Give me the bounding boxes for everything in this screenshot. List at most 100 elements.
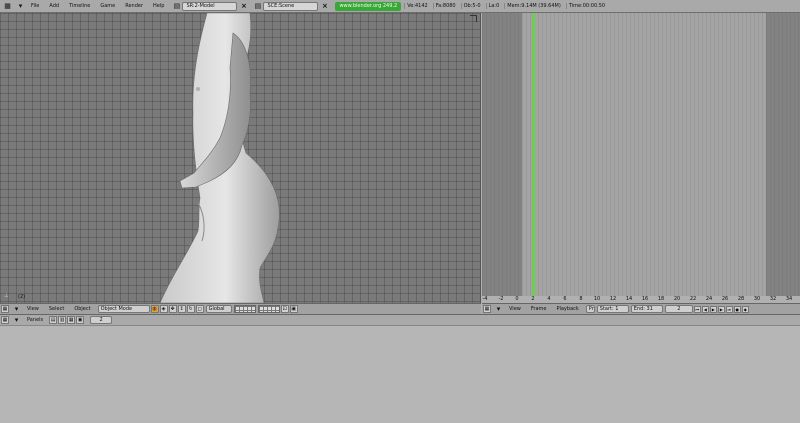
- chevron-down-icon[interactable]: ▾: [11, 315, 22, 326]
- frame-field-label: 2: [99, 317, 103, 323]
- stat-objects: Ob:5-0: [460, 3, 483, 9]
- menu-frame[interactable]: Frame: [531, 306, 547, 312]
- render-icon[interactable]: ▣: [289, 305, 298, 313]
- close-scene-icon[interactable]: ×: [320, 2, 329, 11]
- blender-url-badge[interactable]: www.blender.org 249.2: [335, 1, 402, 11]
- object-icon[interactable]: ▣: [76, 316, 85, 324]
- ruler-tick-label: 10: [593, 296, 601, 302]
- record-icon[interactable]: ●: [733, 305, 741, 313]
- start-frame-field[interactable]: Start: 1: [596, 305, 629, 313]
- menu-game[interactable]: Game: [100, 3, 115, 9]
- scale-icon[interactable]: ◻: [195, 305, 204, 313]
- timeline-out-range-left: [482, 13, 522, 296]
- rotate-icon[interactable]: ↻: [186, 305, 195, 313]
- ruler-tick-label: 2: [531, 296, 535, 302]
- screen-browse-icon[interactable]: ▤: [171, 1, 182, 12]
- current-frame-field[interactable]: 2: [664, 305, 693, 313]
- ruler-tick-label: 4: [547, 296, 551, 302]
- prev-keyframe-icon[interactable]: ◀: [701, 305, 709, 313]
- window-type-icon[interactable]: ▦: [483, 305, 491, 313]
- menu-object[interactable]: Object: [74, 306, 90, 312]
- mode-selector-label: Object Mode: [100, 306, 133, 312]
- timeline-area[interactable]: [482, 13, 800, 296]
- jump-end-icon[interactable]: ⏭: [725, 305, 733, 313]
- ruler-tick-label: 20: [673, 296, 681, 302]
- scene-selector[interactable]: SCE:Scene: [263, 1, 319, 11]
- ruler-tick-label: 8: [579, 296, 583, 302]
- screen-selector[interactable]: SR:2-Model: [182, 1, 238, 11]
- ruler-tick-label: 30: [753, 296, 761, 302]
- ruler-tick-label: 34: [785, 296, 793, 302]
- ruler-tick-label: 22: [689, 296, 697, 302]
- jump-start-icon[interactable]: ⏮: [693, 305, 701, 313]
- end-frame-field[interactable]: End: 31: [630, 305, 663, 313]
- human-model[interactable]: [0, 13, 481, 303]
- info-bar: ▦ ▾ File Add Timeline Game Render Help ▤…: [0, 0, 800, 13]
- translate-icon[interactable]: ↕: [177, 305, 186, 313]
- timeline-header: ▦ ▾ View Frame Playback Pr Start: 1 End:…: [482, 303, 800, 314]
- chevron-down-icon[interactable]: ▾: [11, 304, 22, 315]
- layer-buttons-1[interactable]: [233, 305, 256, 313]
- stat-memory: Mem:9.14M (39.64M): [504, 3, 563, 9]
- play-icon[interactable]: ▶: [709, 305, 717, 313]
- pivot-icon[interactable]: ◈: [159, 305, 168, 313]
- menu-timeline[interactable]: Timeline: [69, 3, 90, 9]
- menu-render[interactable]: Render: [125, 3, 143, 9]
- menu-view[interactable]: View: [27, 306, 39, 312]
- scene-browse-icon[interactable]: ▤: [252, 1, 263, 12]
- menu-file[interactable]: File: [31, 3, 39, 9]
- window-type-icon[interactable]: ▦: [2, 1, 13, 12]
- logic-icon[interactable]: ▤: [49, 316, 58, 324]
- orientation-selector[interactable]: Global: [205, 305, 232, 313]
- layer-buttons-2[interactable]: [257, 305, 280, 313]
- ruler-tick-label: -2: [498, 296, 504, 302]
- close-screen-icon[interactable]: ×: [239, 2, 248, 11]
- 3d-viewport[interactable]: ⊥ (2): [0, 13, 481, 303]
- start-frame-label: Start: 1: [599, 306, 619, 312]
- script-icon[interactable]: ▥: [58, 316, 67, 324]
- buttons-window[interactable]: [0, 326, 800, 423]
- mode-selector[interactable]: Object Mode: [97, 305, 150, 313]
- ruler-tick-label: 28: [737, 296, 745, 302]
- keying-set-icon[interactable]: ◆: [741, 305, 749, 313]
- stat-lamps: La:0: [485, 3, 502, 9]
- timeline-out-range-right: [766, 13, 800, 296]
- viewport-header: ▦ ▾ View Select Object Object Mode ◍ ◈ ✥…: [0, 303, 481, 314]
- window-type-icon[interactable]: ▦: [1, 305, 9, 313]
- timeline-ruler[interactable]: -4 -2 0 2 4 6 8 10 12 14 16 18 20 22 24 26 28 30 32 34: [482, 296, 800, 303]
- preview-range-button[interactable]: Pr: [585, 305, 595, 313]
- ruler-tick-label: 26: [721, 296, 729, 302]
- chevron-down-icon[interactable]: ▾: [15, 1, 26, 12]
- orientation-label: Global: [208, 306, 225, 312]
- chevron-down-icon[interactable]: ▾: [493, 304, 504, 315]
- ruler-tick-label: 18: [657, 296, 665, 302]
- buttons-window-header: ▦ ▾ Panels ▤ ▥ ▦ ▣ 2: [0, 314, 800, 326]
- ruler-tick-label: 16: [641, 296, 649, 302]
- shading-icon[interactable]: ▦: [67, 316, 76, 324]
- lock-icon[interactable]: ⊡: [280, 305, 289, 313]
- menu-add[interactable]: Add: [49, 3, 59, 9]
- current-frame-cursor[interactable]: [532, 13, 535, 296]
- stat-vertices: Ve:4142: [404, 3, 430, 9]
- menu-view[interactable]: View: [509, 306, 521, 312]
- viewport-corner-handle[interactable]: [470, 15, 477, 22]
- end-frame-label: End: 31: [633, 306, 653, 312]
- menu-select[interactable]: Select: [49, 306, 64, 312]
- ruler-tick-label: 32: [769, 296, 777, 302]
- manipulator-icon[interactable]: ✥: [168, 305, 177, 313]
- frame-field[interactable]: 2: [90, 316, 113, 324]
- ruler-tick-label: 6: [563, 296, 567, 302]
- viewport-frame-label: (2): [18, 294, 26, 300]
- menu-panels[interactable]: Panels: [27, 317, 43, 323]
- menu-help[interactable]: Help: [153, 3, 164, 9]
- ruler-tick-label: 24: [705, 296, 713, 302]
- stat-faces: Fa:8080: [432, 3, 458, 9]
- current-frame-label: 2: [677, 306, 681, 312]
- ruler-tick-label: 0: [515, 296, 519, 302]
- draw-type-icon[interactable]: ◍: [150, 305, 159, 313]
- menu-playback[interactable]: Playback: [556, 306, 578, 312]
- ruler-tick-label: -4: [482, 296, 488, 302]
- next-keyframe-icon[interactable]: ▶: [717, 305, 725, 313]
- window-type-icon[interactable]: ▦: [1, 316, 9, 324]
- stat-time: Time:00:00.50: [565, 3, 607, 9]
